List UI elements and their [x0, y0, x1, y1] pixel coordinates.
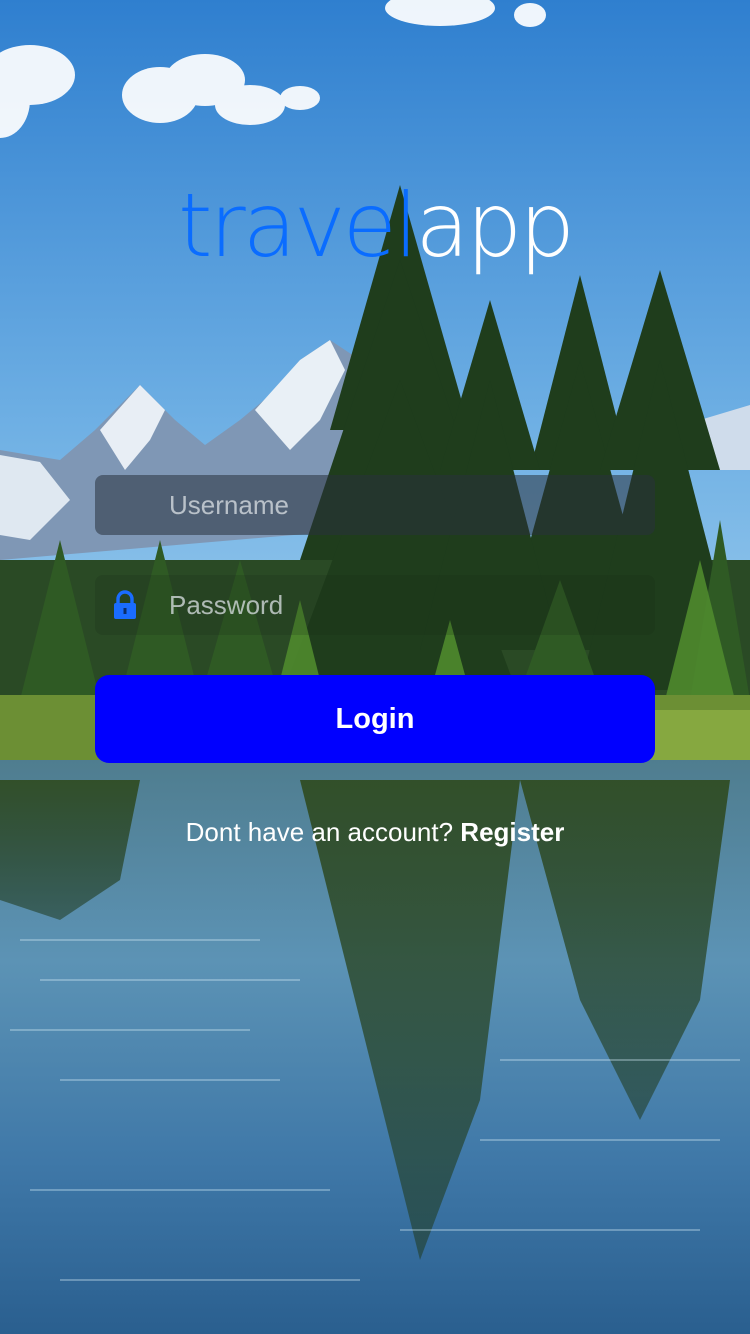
lock-icon [112, 590, 138, 620]
login-button[interactable]: Login [95, 675, 655, 763]
register-prompt-text: Dont have an account? [185, 817, 461, 847]
username-input[interactable] [169, 475, 639, 535]
username-field [95, 475, 655, 535]
register-link[interactable]: Register [460, 817, 564, 847]
logo-part-app: app [415, 174, 575, 277]
app-logo: travelapp [0, 176, 750, 276]
logo-part-travel: travel [178, 174, 418, 277]
register-prompt: Dont have an account? Register [0, 812, 750, 852]
password-field [95, 575, 655, 635]
password-input[interactable] [169, 575, 639, 635]
